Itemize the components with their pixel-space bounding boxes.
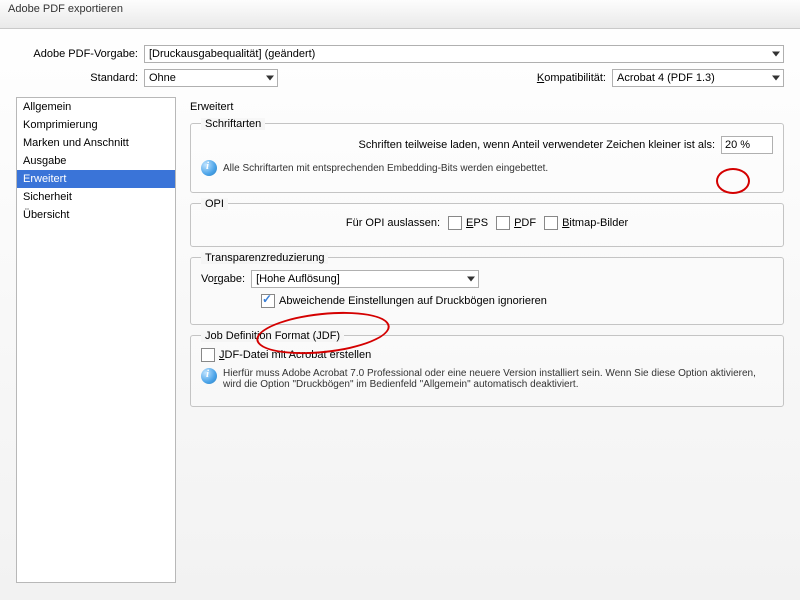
sidebar-item-sicherheit[interactable]: Sicherheit [17,188,175,206]
trans-override-row: Abweichende Einstellungen auf Druckbögen… [261,294,773,308]
trans-override-checkbox[interactable]: Abweichende Einstellungen auf Druckbögen… [261,294,547,308]
checkbox-icon [448,216,462,230]
opi-bitmap-checkbox[interactable]: Bitmap-Bilder [544,216,628,230]
jdf-note-row: Hierfür muss Adobe Acrobat 7.0 Professio… [201,368,773,390]
trans-preset-value: [Hohe Auflösung] [256,273,340,285]
window-title: Adobe PDF exportieren [8,3,123,15]
checkbox-icon [544,216,558,230]
preset-label: Adobe PDF-Vorgabe: [16,48,144,60]
compat-value: Acrobat 4 (PDF 1.3) [617,72,715,84]
checkbox-icon [201,348,215,362]
standard-combo[interactable]: Ohne [144,69,278,87]
subset-percent-input[interactable]: 20 % [721,136,773,154]
preset-combo[interactable]: [Druckausgabequalität] (geändert) [144,45,784,63]
trans-preset-row: Vorgabe: [Hohe Auflösung] [201,270,773,288]
group-jdf-title: Job Definition Format (JDF) [201,330,344,342]
compat-label: Kompatibilität: [278,72,612,84]
panel-erweitert: Erweitert Schriftarten Schriften teilwei… [176,97,784,583]
info-icon [201,160,217,176]
chevron-down-icon [772,76,780,81]
group-transparency: Transparenzreduzierung Vorgabe: [Hohe Au… [190,257,784,325]
jdf-create-row: JDF-Datei mit Acrobat erstellen [201,348,773,362]
preset-value: [Druckausgabequalität] (geändert) [149,48,315,60]
panel-heading: Erweitert [190,101,784,113]
dialog-content: Adobe PDF-Vorgabe: [Druckausgabequalität… [0,29,800,591]
chevron-down-icon [266,76,274,81]
fonts-note: Alle Schriftarten mit entsprechenden Emb… [223,163,548,174]
sidebar: Allgemein Komprimierung Marken und Ansch… [16,97,176,583]
chevron-down-icon [772,52,780,57]
body-split: Allgemein Komprimierung Marken und Ansch… [16,97,784,583]
export-pdf-dialog: Adobe PDF exportieren Adobe PDF-Vorgabe:… [0,0,800,600]
standard-label: Standard: [16,72,144,84]
subset-row: Schriften teilweise laden, wenn Anteil v… [201,136,773,154]
group-fonts: Schriftarten Schriften teilweise laden, … [190,123,784,193]
opi-pdf-checkbox[interactable]: PDF [496,216,536,230]
sidebar-item-marken[interactable]: Marken und Anschnitt [17,134,175,152]
trans-preset-combo[interactable]: [Hohe Auflösung] [251,270,479,288]
group-opi: OPI Für OPI auslassen: EPS PDF [190,203,784,247]
subset-label: Schriften teilweise laden, wenn Anteil v… [359,139,715,151]
fonts-note-row: Alle Schriftarten mit entsprechenden Emb… [201,160,773,176]
jdf-note: Hierfür muss Adobe Acrobat 7.0 Professio… [223,368,773,390]
group-opi-title: OPI [201,198,228,210]
jdf-create-checkbox[interactable]: JDF-Datei mit Acrobat erstellen [201,348,371,362]
trans-preset-label: Vorgabe: [201,273,245,285]
preset-row: Adobe PDF-Vorgabe: [Druckausgabequalität… [16,45,784,63]
compat-combo[interactable]: Acrobat 4 (PDF 1.3) [612,69,784,87]
standard-value: Ohne [149,72,176,84]
sidebar-item-komprimierung[interactable]: Komprimierung [17,116,175,134]
sidebar-item-uebersicht[interactable]: Übersicht [17,206,175,224]
info-icon [201,368,217,384]
opi-omit-label: Für OPI auslassen: [346,217,440,229]
sidebar-item-allgemein[interactable]: Allgemein [17,98,175,116]
sidebar-item-erweitert[interactable]: Erweitert [17,170,175,188]
standard-compat-row: Standard: Ohne Kompatibilität: Acrobat 4… [16,69,784,87]
group-jdf: Job Definition Format (JDF) JDF-Datei mi… [190,335,784,407]
chevron-down-icon [467,277,475,282]
group-transparency-title: Transparenzreduzierung [201,252,328,264]
opi-row: Für OPI auslassen: EPS PDF [201,216,773,230]
titlebar: Adobe PDF exportieren [0,0,800,29]
opi-eps-checkbox[interactable]: EPS [448,216,488,230]
checkbox-checked-icon [261,294,275,308]
checkbox-icon [496,216,510,230]
group-fonts-title: Schriftarten [201,118,265,130]
sidebar-item-ausgabe[interactable]: Ausgabe [17,152,175,170]
